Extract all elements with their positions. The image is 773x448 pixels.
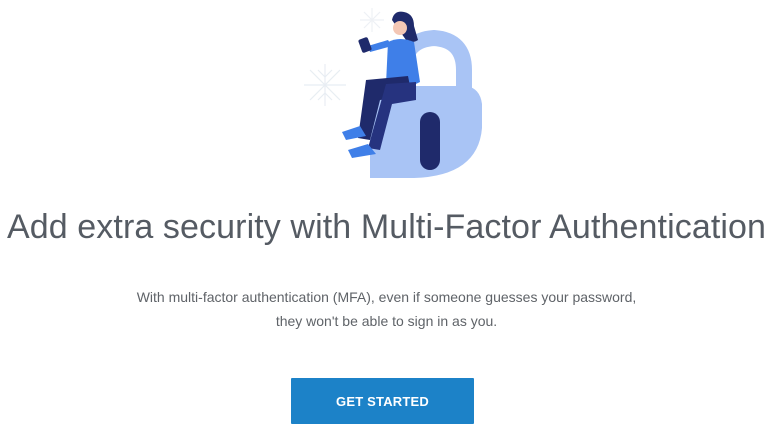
get-started-button[interactable]: GET STARTED [291,378,474,424]
person-on-padlock-icon [304,8,482,178]
padlock-keyhole [420,112,440,170]
decoration-snowflake-top [360,8,384,32]
description-line-2: they won't be able to sign in as you. [275,313,498,329]
page-title: Add extra security with Multi-Factor Aut… [6,208,767,246]
mfa-illustration [296,0,496,185]
decoration-snowflake-left [304,64,346,106]
mfa-description: With multi-factor authentication (MFA), … [0,285,773,333]
description-line-1: With multi-factor authentication (MFA), … [136,289,637,305]
